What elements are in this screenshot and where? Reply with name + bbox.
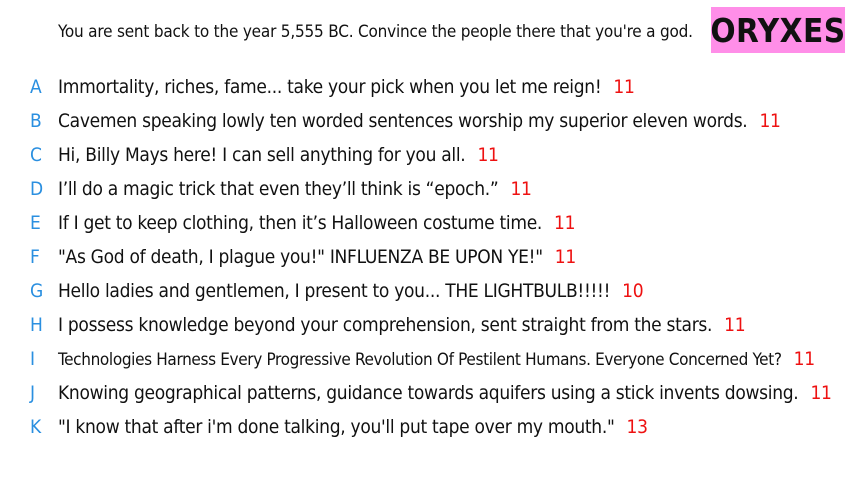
answer-text: "As God of death, I plague you!" INFLUEN… bbox=[58, 246, 543, 268]
answer-letter: G bbox=[30, 280, 44, 302]
answer-text: I’ll do a magic trick that even they’ll … bbox=[58, 178, 499, 200]
answer-text: Hello ladies and gentlemen, I present to… bbox=[58, 280, 611, 302]
answer-letter: E bbox=[30, 212, 41, 234]
answer-text: "I know that after i'm done talking, you… bbox=[58, 416, 615, 438]
word-count: 11 bbox=[477, 144, 499, 166]
word-count: 11 bbox=[724, 314, 746, 336]
answer-text: Hi, Billy Mays here! I can sell anything… bbox=[58, 144, 466, 166]
answer-letter: J bbox=[30, 382, 36, 404]
answer-letter: D bbox=[30, 178, 44, 200]
answer-letter: H bbox=[30, 314, 43, 336]
prompt-text: You are sent back to the year 5,555 BC. … bbox=[58, 22, 693, 42]
answer-text: Technologies Harness Every Progressive R… bbox=[58, 350, 782, 370]
answer-text: Cavemen speaking lowly ten worded senten… bbox=[58, 110, 748, 132]
word-count: 13 bbox=[626, 416, 648, 438]
answer-letter: K bbox=[30, 416, 42, 438]
answer-letter: F bbox=[30, 246, 40, 268]
answer-letter: C bbox=[30, 144, 42, 166]
answer-text: If I get to keep clothing, then it’s Hal… bbox=[58, 212, 543, 234]
answer-text: Knowing geographical patterns, guidance … bbox=[58, 382, 799, 404]
word-count: 11 bbox=[554, 246, 576, 268]
word-count: 11 bbox=[810, 382, 832, 404]
word-count: 11 bbox=[613, 76, 635, 98]
oryxes-badge: ORYXES bbox=[710, 7, 846, 53]
answer-text: I possess knowledge beyond your comprehe… bbox=[58, 314, 713, 336]
answer-letter: I bbox=[30, 348, 36, 370]
oryxes-badge-text: ORYXES bbox=[710, 10, 846, 50]
word-count: 11 bbox=[554, 212, 576, 234]
answer-text: Immortality, riches, fame... take your p… bbox=[58, 76, 602, 98]
answer-letter: A bbox=[30, 76, 42, 98]
word-count: 11 bbox=[793, 348, 815, 370]
word-count: 11 bbox=[759, 110, 781, 132]
word-count: 11 bbox=[510, 178, 532, 200]
answer-letter: B bbox=[30, 110, 42, 132]
word-count: 10 bbox=[622, 280, 644, 302]
